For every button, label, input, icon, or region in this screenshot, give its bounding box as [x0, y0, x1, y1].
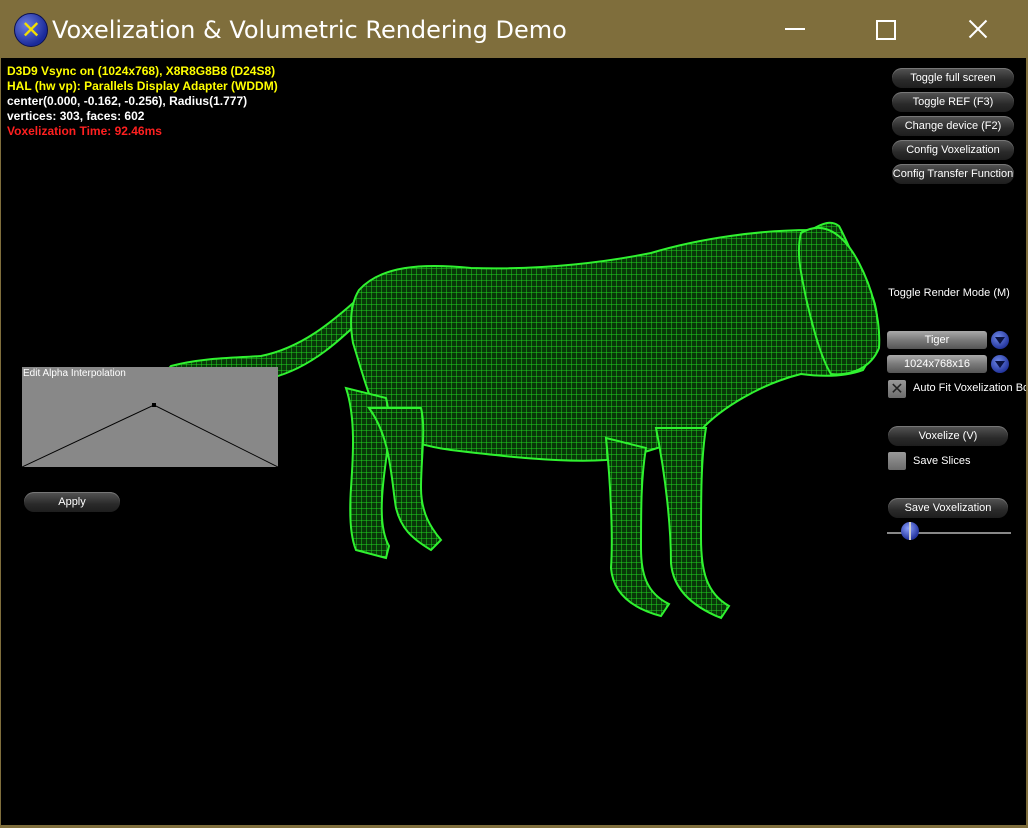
toggle-render-mode-button[interactable]: Toggle Render Mode (M) [888, 283, 1010, 303]
app-window: ✕ Voxelization & Volumetric Rendering De… [0, 0, 1028, 828]
alpha-editor-title: Edit Alpha Interpolation [23, 368, 126, 379]
device-stats: D3D9 Vsync on (1024x768), X8R8G8B8 (D24S… [7, 64, 278, 139]
device-info: D3D9 Vsync on (1024x768), X8R8G8B8 (D24S… [7, 64, 276, 78]
apply-button[interactable]: Apply [24, 492, 120, 512]
minimize-button[interactable] [773, 8, 817, 52]
adapter-info: HAL (hw vp): Parallels Display Adapter (… [7, 79, 278, 93]
toggle-ref-button[interactable]: Toggle REF (F3) [892, 92, 1014, 112]
title-bar[interactable]: ✕ Voxelization & Volumetric Rendering De… [0, 0, 1028, 58]
check-x-icon: ✕ [890, 379, 904, 398]
geometry-info: vertices: 303, faces: 602 [7, 109, 145, 123]
save-slices-label: Save Slices [913, 455, 971, 467]
model-select[interactable]: Tiger [887, 331, 987, 349]
auto-fit-label: Auto Fit Voxelization Bo [913, 382, 1026, 394]
slider-thumb[interactable] [901, 522, 919, 540]
render-viewport[interactable]: D3D9 Vsync on (1024x768), X8R8G8B8 (D24S… [1, 58, 1026, 825]
save-voxelization-button[interactable]: Save Voxelization [888, 498, 1008, 518]
config-voxelization-button[interactable]: Config Voxelization [892, 140, 1014, 160]
alpha-interpolation-editor[interactable]: Edit Alpha Interpolation [22, 367, 278, 467]
voxelization-time: Voxelization Time: 92.46ms [7, 124, 162, 138]
alpha-control-point[interactable] [152, 403, 156, 407]
chevron-down-icon[interactable] [991, 355, 1009, 373]
resolution-select[interactable]: 1024x768x16 [887, 355, 987, 373]
directx-sdk-icon: ✕ [14, 13, 48, 47]
voxelize-button[interactable]: Voxelize (V) [888, 426, 1008, 446]
auto-fit-checkbox[interactable]: ✕ [888, 380, 906, 398]
save-slices-checkbox[interactable] [888, 452, 906, 470]
window-title: Voxelization & Volumetric Rendering Demo [52, 16, 567, 44]
close-button[interactable] [956, 8, 1000, 52]
alpha-curve [22, 403, 278, 467]
maximize-button[interactable] [864, 8, 908, 52]
config-transfer-function-button[interactable]: Config Transfer Function [892, 164, 1014, 184]
toggle-fullscreen-button[interactable]: Toggle full screen [892, 68, 1014, 88]
bounds-info: center(0.000, -0.162, -0.256), Radius(1.… [7, 94, 248, 108]
change-device-button[interactable]: Change device (F2) [892, 116, 1014, 136]
chevron-down-icon[interactable] [991, 331, 1009, 349]
